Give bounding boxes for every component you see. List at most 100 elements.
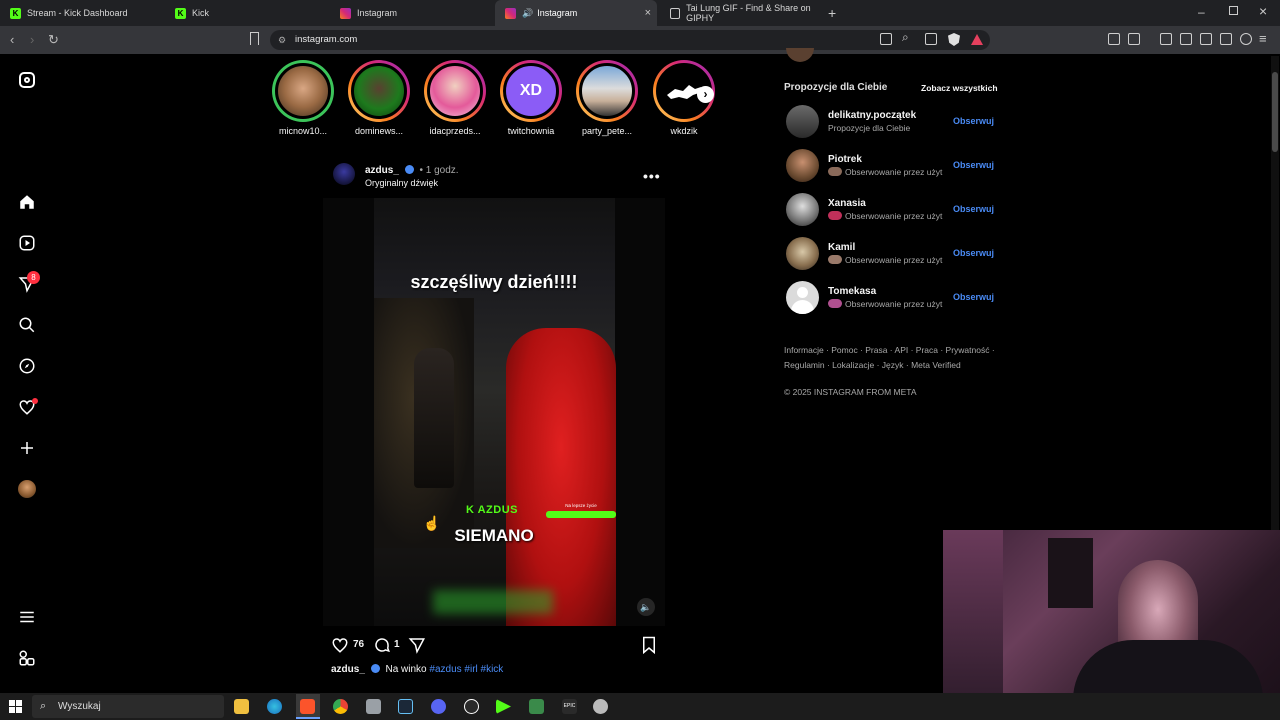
forward-icon[interactable]: › (30, 32, 34, 47)
suggestion-avatar[interactable] (786, 105, 819, 138)
suggestion-name[interactable]: Xanasia (828, 198, 866, 209)
close-window-icon[interactable]: × (1259, 3, 1267, 19)
comment-icon[interactable] (373, 636, 391, 659)
story-item[interactable]: XD twitchownia (496, 60, 566, 136)
wallet-icon[interactable] (1200, 33, 1212, 45)
see-all-link[interactable]: Zobacz wszystkich (921, 83, 998, 93)
sidebar-icon[interactable] (1180, 33, 1192, 45)
kick-app-icon[interactable] (496, 699, 511, 714)
file-explorer-icon[interactable] (234, 699, 249, 714)
follow-button[interactable]: Obserwuj (953, 116, 994, 126)
leo-ai-icon[interactable] (1220, 33, 1232, 45)
steam-icon[interactable] (398, 699, 413, 714)
comment-count[interactable]: 1 (394, 639, 400, 650)
tab-kick-dashboard[interactable]: K Stream - Kick Dashboard (0, 0, 165, 26)
more-menu-icon[interactable] (18, 608, 36, 626)
story-item[interactable]: party_pete... (572, 60, 642, 136)
tab-kick[interactable]: K Kick (165, 0, 330, 26)
suggestion-name[interactable]: Piotrek (828, 154, 862, 165)
profile-avatar[interactable] (18, 480, 36, 498)
messages-icon[interactable]: 8 (18, 271, 40, 293)
story-item[interactable]: idacprzeds... (420, 60, 490, 136)
app-icon[interactable] (593, 699, 608, 714)
speaker-icon[interactable]: 🔊 (522, 8, 533, 19)
verified-icon (404, 165, 414, 174)
tab-instagram-active[interactable]: 🔊 Instagram × (495, 0, 657, 26)
reels-icon[interactable] (18, 234, 36, 252)
default-avatar-icon[interactable] (786, 281, 819, 314)
follow-button[interactable]: Obserwuj (953, 204, 994, 214)
edge-icon[interactable] (267, 699, 282, 714)
kick-icon: K (10, 7, 21, 19)
post-options-icon[interactable]: ••• (643, 168, 661, 184)
follow-button[interactable]: Obserwuj (953, 160, 994, 170)
restore-icon[interactable] (1229, 6, 1238, 15)
share-post-icon[interactable] (408, 636, 426, 659)
site-info-icon[interactable]: ⚙ (278, 30, 286, 50)
app-icon[interactable] (366, 699, 381, 714)
close-tab-icon[interactable]: × (645, 7, 651, 19)
suggestion-avatar[interactable] (786, 149, 819, 182)
caption-hashtags[interactable]: #azdus #irl #kick (429, 664, 503, 675)
story-item[interactable]: micnow10... (268, 60, 338, 136)
post-video[interactable]: szczęśliwy dzień!!!! K AZDUS Na lepsze ż… (323, 198, 665, 626)
bookmark-icon[interactable] (250, 32, 259, 45)
reload-icon[interactable]: ↻ (48, 32, 59, 48)
tab-giphy[interactable]: Tai Lung GIF - Find & Share on GIPHY (660, 0, 825, 26)
minimize-icon[interactable]: – (1198, 5, 1205, 19)
new-tab-button[interactable]: + (828, 5, 836, 21)
story-avatar (351, 63, 407, 119)
story-item[interactable]: dominews... (344, 60, 414, 136)
suggestion-name[interactable]: Kamil (828, 242, 855, 253)
post-audio[interactable]: Oryginalny dźwięk (365, 178, 438, 188)
video-overlay-tag: Na lepsze życie (565, 503, 597, 508)
discord-icon[interactable] (431, 699, 446, 714)
search-icon[interactable] (18, 316, 36, 334)
obs-icon[interactable] (464, 699, 479, 714)
windows-start-icon[interactable] (9, 700, 22, 713)
footer-links-line2[interactable]: Regulamin · Lokalizacje · Język · Meta V… (784, 360, 961, 370)
tab-instagram[interactable]: Instagram (330, 0, 495, 26)
suggestion-name[interactable]: delikatny.początek (828, 110, 916, 121)
suggestion-avatar[interactable] (786, 193, 819, 226)
follow-button[interactable]: Obserwuj (953, 292, 994, 302)
vpn-icon[interactable] (1240, 33, 1252, 45)
also-from-meta-icon[interactable] (18, 649, 36, 667)
share-icon[interactable] (925, 33, 937, 45)
save-post-icon[interactable] (641, 636, 657, 659)
footer-copyright: © 2025 INSTAGRAM FROM META (784, 387, 917, 397)
app-icon[interactable] (529, 699, 544, 714)
screenshot-icon[interactable] (1128, 33, 1140, 45)
zoom-icon[interactable]: ⌕ (902, 30, 909, 45)
menu-icon[interactable]: ≡ (1259, 31, 1267, 46)
footer-links-line1[interactable]: Informacje · Pomoc · Prasa · API · Praca… (784, 345, 995, 355)
chrome-icon[interactable] (333, 699, 348, 714)
caption-username[interactable]: azdus_ (331, 664, 365, 675)
brave-icon[interactable] (300, 699, 315, 714)
taskbar-search-input[interactable]: ⌕ Wyszukaj (32, 695, 224, 718)
suggestion-name[interactable]: Tomekasa (828, 286, 876, 297)
instagram-logo-icon[interactable] (18, 71, 36, 89)
follow-button[interactable]: Obserwuj (953, 248, 994, 258)
suggestion-avatar[interactable] (786, 237, 819, 270)
notifications-icon[interactable] (18, 398, 38, 416)
create-icon[interactable] (18, 439, 36, 457)
story-avatar: XD (503, 63, 559, 119)
home-icon[interactable] (18, 193, 36, 211)
brave-rewards-icon[interactable] (971, 34, 983, 45)
messages-badge: 8 (27, 271, 40, 284)
like-icon[interactable] (331, 636, 349, 659)
post-author-avatar[interactable] (333, 163, 355, 185)
back-icon[interactable]: ‹ (10, 32, 14, 47)
mute-toggle-icon[interactable]: 🔈 (637, 598, 655, 616)
stories-next-button[interactable]: › (697, 86, 714, 103)
epic-games-icon[interactable]: EPIC (562, 699, 577, 714)
cast-icon[interactable] (880, 33, 892, 45)
explore-icon[interactable] (18, 357, 36, 375)
like-count[interactable]: 76 (353, 639, 364, 650)
scrollbar-thumb[interactable] (1272, 72, 1278, 152)
post-username[interactable]: azdus_ (365, 165, 399, 176)
extensions-icon[interactable] (1108, 33, 1120, 45)
current-user-avatar-partial[interactable] (786, 48, 814, 62)
media-icon[interactable] (1160, 33, 1172, 45)
